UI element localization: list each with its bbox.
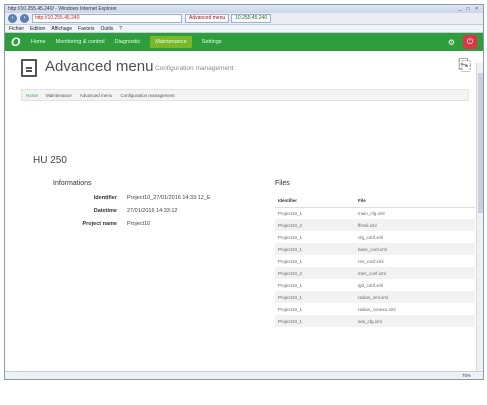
- column-file[interactable]: File: [355, 195, 475, 208]
- cell-file[interactable]: radios_xml.xml: [355, 291, 475, 303]
- cell-identifier: Project10_1: [275, 315, 356, 327]
- cell-identifier: Project10_2: [275, 219, 356, 231]
- back-icon[interactable]: ‹: [8, 14, 17, 23]
- cell-file[interactable]: mes_conf.xml: [355, 267, 475, 279]
- forward-icon[interactable]: ›: [20, 14, 29, 23]
- cell-identifier: Project10_1: [278, 258, 303, 264]
- status-bar: 75%: [5, 371, 483, 379]
- informations-panel: Informations Identifier Project10_27/01/…: [53, 180, 263, 234]
- info-key: Identifier: [93, 195, 117, 201]
- breadcrumb-home[interactable]: Home: [26, 93, 38, 98]
- column-identifier[interactable]: Identifier: [275, 195, 356, 208]
- menu-file[interactable]: Fichier: [9, 26, 24, 32]
- info-row: Identifier Project10_27/01/2016 14:33:12…: [53, 195, 263, 202]
- cell-identifier: Project10_1: [275, 243, 356, 255]
- page-title: Advanced menu: [45, 58, 154, 75]
- cell-identifier: Project10_1: [278, 210, 303, 216]
- info-key: Datetime: [93, 208, 117, 214]
- table-row[interactable]: Project10_1 res_conf.xml: [275, 255, 475, 267]
- cell-file[interactable]: ffmsil.xml: [355, 219, 475, 231]
- cell-identifier: Project10_1: [278, 282, 303, 288]
- window-controls[interactable]: _ □ ×: [459, 6, 481, 12]
- tab-bar: Advanced menu 10.255.45.240: [185, 14, 272, 23]
- info-key: Project name: [82, 221, 117, 227]
- info-value: Project10_27/01/2016 14:33:12_E: [127, 195, 211, 201]
- tab-advanced-menu[interactable]: Advanced menu: [185, 14, 230, 23]
- app-navbar: O Home Monitoring & control Diagnostic M…: [5, 33, 483, 51]
- menu-help[interactable]: ?: [119, 26, 122, 32]
- menu-favorites[interactable]: Favoris: [78, 26, 94, 32]
- cell-file[interactable]: cfg_conf.xml: [355, 231, 475, 243]
- nav-settings[interactable]: Settings: [202, 39, 222, 45]
- table-header-row: Identifier File: [275, 195, 475, 208]
- cell-identifier: Project10_2: [275, 267, 356, 279]
- menu-edit[interactable]: Edition: [30, 26, 45, 32]
- cell-identifier: Project10_1: [275, 291, 356, 303]
- menu-view[interactable]: Affichage: [51, 26, 72, 32]
- breadcrumb-configuration: Configuration management: [120, 92, 175, 98]
- export-icon[interactable]: ⎘: [458, 57, 471, 75]
- files-heading: Files: [275, 180, 290, 187]
- window-titlebar: http://10.255.45.240/ - Windows Internet…: [5, 5, 483, 13]
- page-subtitle: Configuration management: [155, 65, 234, 72]
- breadcrumb-maintenance[interactable]: Maintenance: [46, 93, 72, 98]
- nav-maintenance[interactable]: Maintenance: [150, 36, 192, 48]
- tab-ip[interactable]: 10.255.45.240: [231, 14, 272, 23]
- settings-icon[interactable]: ⚙: [448, 38, 455, 47]
- page-header: Advanced menu Configuration management ⎘: [5, 51, 483, 87]
- nav-monitoring[interactable]: Monitoring & control: [56, 39, 105, 45]
- window-title: http://10.255.45.240/ - Windows Internet…: [8, 6, 117, 12]
- table-row[interactable]: Project10_1 ass_cfg.xml: [275, 315, 475, 327]
- browser-window: http://10.255.45.240/ - Windows Internet…: [4, 4, 484, 380]
- cell-file[interactable]: res_conf.xml: [355, 255, 475, 267]
- address-row: ‹ › http://10.255.45.240 Advanced menu 1…: [5, 13, 483, 25]
- vertical-scrollbar[interactable]: [476, 63, 483, 379]
- informations-heading: Informations: [53, 180, 92, 187]
- info-row: Datetime 27/01/2016 14:33:12: [53, 208, 263, 215]
- breadcrumb-advanced-menu[interactable]: Advanced menu: [80, 93, 113, 98]
- info-row: Project name Project10: [53, 221, 263, 228]
- files-table: Identifier File Project10_1 main_cfg.xml …: [275, 195, 475, 327]
- cell-identifier: Project10_1: [278, 306, 303, 312]
- address-bar[interactable]: http://10.255.45.240: [32, 14, 182, 23]
- table-row[interactable]: Project10_1 main_cfg.xml: [275, 207, 475, 219]
- browser-menu-bar: Fichier Edition Affichage Favoris Outils…: [5, 25, 483, 33]
- cell-file[interactable]: radios_conexo.xml: [355, 303, 475, 315]
- document-icon: [21, 59, 37, 77]
- scrollbar-thumb[interactable]: [478, 73, 483, 213]
- table-row[interactable]: Project10_1 lgd_conf.xml: [275, 279, 475, 291]
- zoom-level[interactable]: 75%: [462, 373, 471, 378]
- app-logo[interactable]: O: [11, 35, 21, 49]
- info-value: Project10: [127, 221, 151, 227]
- cell-identifier: Project10_1: [278, 234, 303, 240]
- table-row[interactable]: Project10_2 ffmsil.xml: [275, 219, 475, 231]
- table-row[interactable]: Project10_1 radios_conexo.xml: [275, 303, 475, 315]
- table-row[interactable]: Project10_1 cfg_conf.xml: [275, 231, 475, 243]
- power-icon[interactable]: ⏻: [463, 35, 477, 49]
- table-row[interactable]: Project10_2 mes_conf.xml: [275, 267, 475, 279]
- cell-file[interactable]: main_cfg.xml: [355, 207, 475, 219]
- files-panel: Files Identifier File Project10_1 main_cf…: [275, 180, 475, 327]
- table-row[interactable]: Project10_1 base_conf.xml: [275, 243, 475, 255]
- nav-home[interactable]: Home: [31, 39, 46, 45]
- info-value: 27/01/2016 14:33:12: [127, 208, 178, 214]
- table-row[interactable]: Project10_1 radios_xml.xml: [275, 291, 475, 303]
- nav-right: ⚙ ⏻: [448, 35, 477, 49]
- cell-file[interactable]: lgd_conf.xml: [355, 279, 475, 291]
- cell-file[interactable]: ass_cfg.xml: [355, 315, 475, 327]
- nav-diagnostic[interactable]: Diagnostic: [115, 39, 141, 45]
- breadcrumb: Home Maintenance Advanced menu Configura…: [21, 89, 469, 101]
- cell-file[interactable]: base_conf.xml: [355, 243, 475, 255]
- menu-tools[interactable]: Outils: [100, 26, 113, 32]
- device-title: HU 250: [33, 155, 67, 166]
